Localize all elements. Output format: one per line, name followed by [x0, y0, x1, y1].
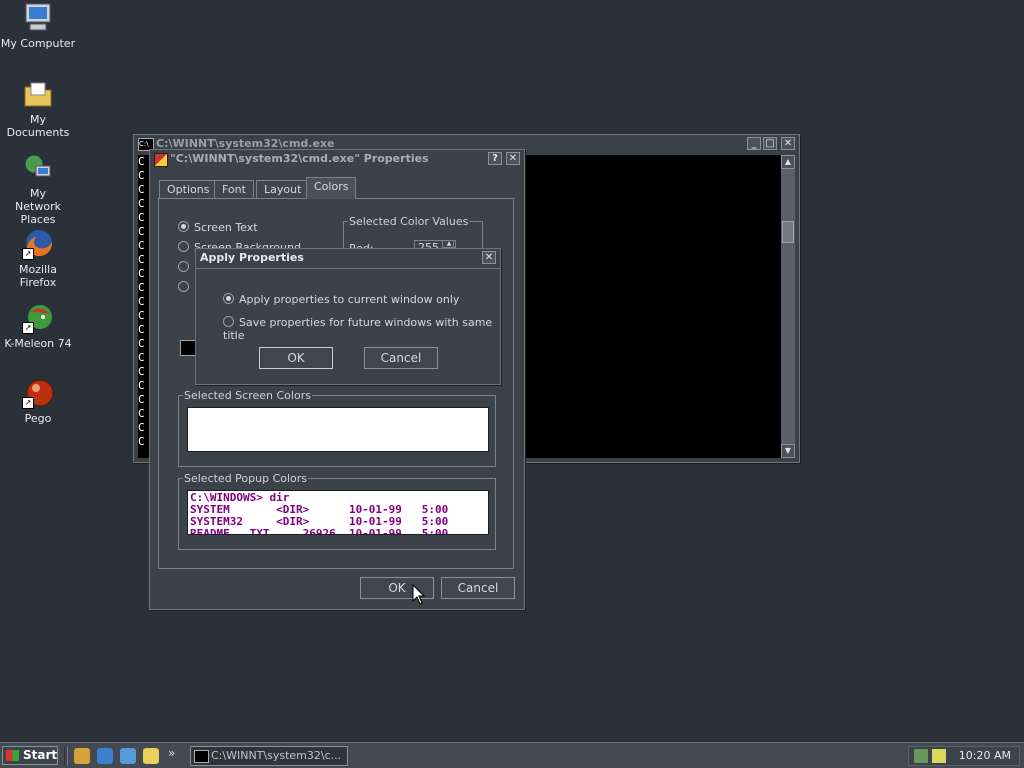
desktop-icon-label: K-Meleon 74 — [4, 337, 72, 350]
firefox-icon: ↗ — [22, 228, 54, 260]
selected-popup-colors-group: Selected Popup Colors C:\WINDOWS> dir SY… — [178, 472, 496, 550]
apply-cancel-button[interactable]: Cancel — [364, 347, 438, 369]
mouse-cursor-icon — [412, 584, 426, 605]
radio-label: Apply properties to current window only — [239, 293, 460, 306]
radio-icon — [223, 293, 234, 304]
shortcut-arrow-icon: ↗ — [22, 397, 34, 409]
desktop-icon-label: Pego — [24, 412, 52, 425]
taskbar: Start » C:\WINNT\system32\c... 10:20 AM — [0, 742, 1024, 768]
desktop-icon-my-computer[interactable]: My Computer — [0, 2, 76, 50]
start-button[interactable]: Start — [2, 746, 58, 765]
radio-icon — [178, 221, 189, 232]
radio-icon — [178, 281, 189, 292]
scroll-thumb[interactable] — [782, 221, 794, 243]
scroll-up-button[interactable]: ▲ — [781, 155, 795, 169]
apply-title: Apply Properties — [200, 251, 304, 264]
apply-titlebar[interactable]: Apply Properties ✕ — [196, 249, 500, 267]
tray-app-icon[interactable] — [932, 749, 946, 763]
windows-logo-icon — [6, 750, 19, 761]
network-icon — [22, 152, 54, 184]
outlook-icon[interactable] — [74, 748, 90, 764]
properties-titlebar[interactable]: "C:\WINNT\system32\cmd.exe" Properties ?… — [150, 150, 524, 168]
explorer-icon[interactable] — [143, 748, 159, 764]
screen-colors-preview — [187, 407, 489, 452]
desktop-icon-label: My Documents — [6, 113, 70, 139]
close-button[interactable]: ✕ — [482, 251, 496, 264]
radio-icon — [178, 241, 189, 252]
popup-background-radio[interactable] — [178, 281, 194, 294]
pego-icon: ↗ — [22, 377, 54, 409]
group-legend: Selected Popup Colors — [184, 472, 308, 485]
radio-label: Screen Text — [194, 221, 258, 234]
red-spinner-up-icon[interactable]: ▲ — [442, 240, 456, 248]
scroll-down-button[interactable]: ▼ — [781, 444, 795, 458]
help-button[interactable]: ? — [488, 152, 502, 165]
desktop-icon-my-documents[interactable]: My Documents — [0, 78, 76, 139]
apply-ok-button[interactable]: OK — [259, 347, 333, 369]
properties-app-icon — [154, 153, 168, 167]
tray-network-icon[interactable] — [914, 749, 928, 763]
tab-font[interactable]: Font — [214, 180, 254, 198]
radio-icon — [223, 316, 234, 327]
desktop-icon-pego[interactable]: ↗ Pego — [0, 377, 76, 425]
quicklaunch-chevron[interactable]: » — [168, 746, 175, 760]
selected-screen-colors-group: Selected Screen Colors — [178, 389, 496, 467]
shortcut-arrow-icon: ↗ — [22, 322, 34, 334]
minimize-button[interactable]: _ — [747, 137, 761, 150]
network-icon[interactable] — [120, 748, 136, 764]
cmd-task-icon — [194, 750, 209, 763]
popup-text-radio[interactable] — [178, 261, 194, 274]
tab-options[interactable]: Options — [159, 180, 218, 198]
radio-label: Save properties for future windows with … — [223, 316, 493, 342]
close-button[interactable]: ✕ — [781, 137, 795, 150]
desktop-icon-label: Mozilla Firefox — [19, 263, 57, 289]
tab-layout[interactable]: Layout — [256, 180, 310, 198]
task-button-cmd[interactable]: C:\WINNT\system32\c... — [190, 746, 348, 766]
task-button-label: C:\WINNT\system32\c... — [211, 749, 342, 762]
desktop-icon-k-meleon[interactable]: ↗ K-Meleon 74 — [0, 302, 76, 350]
group-legend: Selected Color Values — [349, 215, 469, 228]
folder-icon — [22, 78, 54, 110]
properties-title: "C:\WINNT\system32\cmd.exe" Properties — [170, 152, 429, 165]
popup-colors-preview: C:\WINDOWS> dir SYSTEM <DIR> 10-01-99 5:… — [187, 490, 489, 535]
group-legend: Selected Screen Colors — [184, 389, 311, 402]
system-tray: 10:20 AM — [908, 746, 1020, 766]
radio-icon — [178, 261, 189, 272]
start-label: Start — [23, 748, 58, 762]
apply-separator — [196, 268, 500, 269]
apply-current-window-radio[interactable]: Apply properties to current window only — [223, 293, 459, 306]
shortcut-arrow-icon: ↗ — [22, 248, 34, 260]
desktop-icon-label: My Network Places — [15, 187, 61, 226]
screen-text-radio[interactable]: Screen Text — [178, 221, 258, 234]
computer-icon — [22, 2, 54, 34]
maximize-button[interactable]: □ — [763, 137, 777, 150]
vertical-scrollbar[interactable]: ▲ ▼ — [781, 155, 795, 458]
desktop-icon-mozilla-firefox[interactable]: ↗ Mozilla Firefox — [0, 228, 76, 289]
desktop-icon-my-network-places[interactable]: My Network Places — [0, 152, 76, 226]
close-button[interactable]: ✕ — [506, 152, 520, 165]
save-future-windows-radio[interactable]: Save properties for future windows with … — [223, 316, 500, 342]
clock: 10:20 AM — [958, 749, 1011, 762]
desktop-icon-label: My Computer — [0, 37, 76, 50]
apply-properties-dialog[interactable]: Apply Properties ✕ Apply properties to c… — [195, 248, 501, 385]
tab-colors[interactable]: Colors — [306, 177, 357, 199]
ie-icon[interactable] — [97, 748, 113, 764]
kmeleon-icon: ↗ — [22, 302, 54, 334]
taskbar-divider — [64, 747, 68, 765]
cancel-button[interactable]: Cancel — [441, 577, 515, 599]
color-swatch-black[interactable] — [180, 340, 196, 356]
